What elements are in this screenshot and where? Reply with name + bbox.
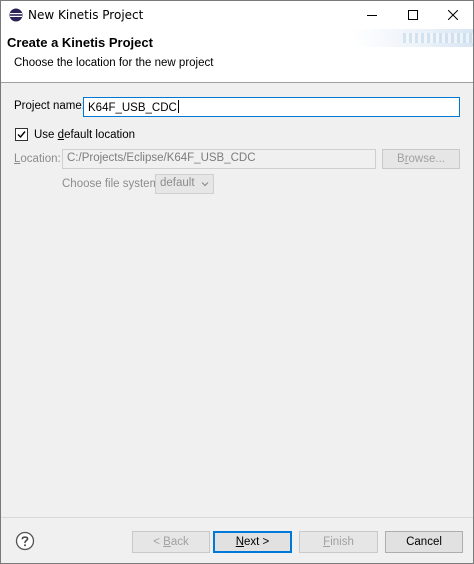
help-icon[interactable] bbox=[15, 531, 35, 551]
wizard-banner: Create a Kinetis Project Choose the loca… bbox=[1, 29, 473, 83]
chevron-down-icon bbox=[201, 182, 209, 187]
next-suffix: ext > bbox=[244, 536, 270, 548]
dialog-window: New Kinetis Project Create a Kinetis Pro… bbox=[0, 0, 474, 564]
file-system-select[interactable]: default bbox=[155, 174, 214, 194]
page-description: Choose the location for the new project bbox=[14, 57, 214, 69]
minimize-icon bbox=[367, 15, 377, 16]
use-default-location-label[interactable]: Use default location bbox=[34, 129, 135, 141]
back-button[interactable]: < Back bbox=[132, 531, 210, 553]
close-icon bbox=[448, 10, 458, 20]
location-rest: ocation: bbox=[20, 153, 61, 165]
project-name-value: K64F_USB_CDC bbox=[88, 102, 177, 114]
finish-mnemonic: F bbox=[323, 536, 331, 548]
use-default-prefix: Use bbox=[34, 129, 58, 141]
back-prefix: < bbox=[153, 536, 164, 548]
maximize-button[interactable] bbox=[393, 1, 433, 29]
title-bar[interactable]: New Kinetis Project bbox=[1, 1, 473, 29]
use-default-location-checkbox[interactable] bbox=[15, 128, 28, 141]
minimize-button[interactable] bbox=[352, 1, 392, 29]
location-input[interactable]: C:/Projects/Eclipse/K64F_USB_CDC bbox=[62, 149, 376, 169]
maximize-icon bbox=[408, 10, 418, 20]
cancel-button[interactable]: Cancel bbox=[385, 531, 463, 553]
finish-suffix: inish bbox=[330, 536, 354, 548]
close-button[interactable] bbox=[433, 1, 473, 29]
browse-button[interactable]: Br owse... bbox=[382, 149, 460, 169]
use-default-suffix: efault location bbox=[64, 129, 136, 141]
window-title: New Kinetis Project bbox=[28, 8, 144, 22]
browse-prefix: B bbox=[397, 153, 405, 165]
file-system-value: default bbox=[160, 177, 195, 189]
checkmark-icon bbox=[17, 131, 26, 139]
browse-suffix: owse... bbox=[408, 153, 445, 165]
eclipse-icon bbox=[9, 8, 23, 22]
project-name-label: Project name: bbox=[14, 100, 85, 112]
location-label: Location: bbox=[14, 153, 61, 165]
banner-pattern bbox=[403, 33, 473, 43]
page-title: Create a Kinetis Project bbox=[7, 35, 153, 50]
footer-separator bbox=[1, 517, 473, 518]
back-mnemonic: B bbox=[163, 536, 171, 548]
project-name-input[interactable]: K64F_USB_CDC bbox=[83, 97, 460, 117]
finish-button[interactable]: Finish bbox=[299, 531, 378, 553]
next-mnemonic: N bbox=[235, 536, 245, 548]
next-button[interactable]: Next > bbox=[213, 531, 292, 553]
back-suffix: ack bbox=[170, 536, 189, 548]
text-caret bbox=[177, 100, 179, 113]
file-system-label: Choose file system: bbox=[62, 178, 163, 190]
